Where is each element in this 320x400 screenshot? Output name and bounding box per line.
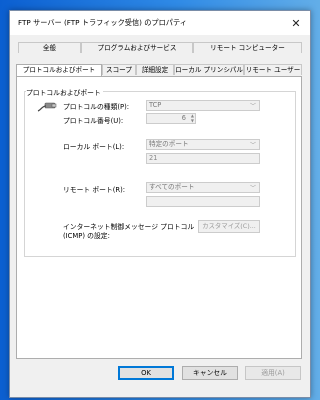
tab-label: リモート コンピューター	[210, 44, 285, 52]
tab-protocols-ports[interactable]: プロトコルおよびポート	[16, 64, 102, 76]
protocol-type-select[interactable]: TCP ﹀	[146, 100, 260, 111]
chevron-down-icon: ﹀	[249, 142, 256, 149]
tab-local-principals[interactable]: ローカル プリンシパル	[174, 64, 244, 75]
tab-label: プロトコルおよびポート	[22, 66, 96, 74]
apply-button[interactable]: 適用(A)	[245, 366, 301, 380]
remote-port-value: すべてのポート	[149, 183, 195, 191]
apply-button-label: 適用(A)	[261, 369, 285, 377]
tab-label: リモート ユーザー	[245, 66, 301, 74]
tab-scope[interactable]: スコープ	[102, 64, 136, 75]
local-port-select[interactable]: 特定のポート ﹀	[146, 139, 260, 150]
close-icon: ✕	[291, 16, 301, 30]
network-cable-icon	[37, 101, 57, 113]
remote-port-label: リモート ポート(R):	[63, 186, 126, 194]
remote-port-input[interactable]	[146, 196, 260, 207]
local-port-input[interactable]: 21	[146, 153, 260, 164]
close-button[interactable]: ✕	[282, 11, 310, 35]
customize-button[interactable]: カスタマイズ(C)...	[198, 220, 260, 233]
tab-label: 詳細設定	[141, 66, 169, 74]
protocol-number-value: 6	[181, 114, 186, 122]
tab-label: スコープ	[106, 66, 132, 74]
tab-remote-computers[interactable]: リモート コンピューター	[193, 42, 302, 53]
tab-label: ローカル プリンシパル	[175, 66, 243, 74]
protocol-type-label: プロトコルの種類(P):	[63, 103, 130, 111]
protocol-number-stepper[interactable]: 6 ▲ ▼	[146, 113, 196, 124]
icmp-label-line2: (ICMP) の設定:	[63, 232, 110, 240]
local-port-text: 21	[149, 154, 158, 162]
cancel-button[interactable]: キャンセル	[182, 366, 238, 380]
cancel-button-label: キャンセル	[193, 369, 227, 377]
title-bar[interactable]: FTP サーバー (FTP トラフィック受信) のプロパティ ✕	[10, 11, 310, 35]
tab-label: 全般	[42, 44, 57, 52]
tab-general[interactable]: 全般	[18, 42, 81, 53]
tab-label: プログラムおよびサービス	[97, 44, 177, 52]
ok-button[interactable]: OK	[118, 366, 174, 380]
group-title: プロトコルおよびポート	[26, 87, 103, 97]
local-port-value: 特定のポート	[149, 140, 189, 148]
tab-advanced[interactable]: 詳細設定	[136, 64, 174, 75]
ok-button-label: OK	[141, 369, 151, 377]
chevron-down-icon: ﹀	[249, 103, 256, 110]
customize-button-label: カスタマイズ(C)...	[202, 222, 256, 230]
spin-arrows-icon: ▲ ▼	[190, 113, 194, 123]
chevron-down-icon: ﹀	[249, 185, 256, 192]
window-title: FTP サーバー (FTP トラフィック受信) のプロパティ	[18, 18, 187, 27]
tab-programs-services[interactable]: プログラムおよびサービス	[81, 42, 193, 53]
remote-port-select[interactable]: すべてのポート ﹀	[146, 182, 260, 193]
local-port-label: ローカル ポート(L):	[63, 143, 125, 151]
properties-dialog: FTP サーバー (FTP トラフィック受信) のプロパティ ✕ 全般 プログラ…	[9, 10, 311, 398]
protocol-number-label: プロトコル番号(U):	[63, 117, 124, 125]
tab-remote-users[interactable]: リモート ユーザー	[244, 64, 302, 75]
protocol-type-value: TCP	[149, 101, 162, 109]
